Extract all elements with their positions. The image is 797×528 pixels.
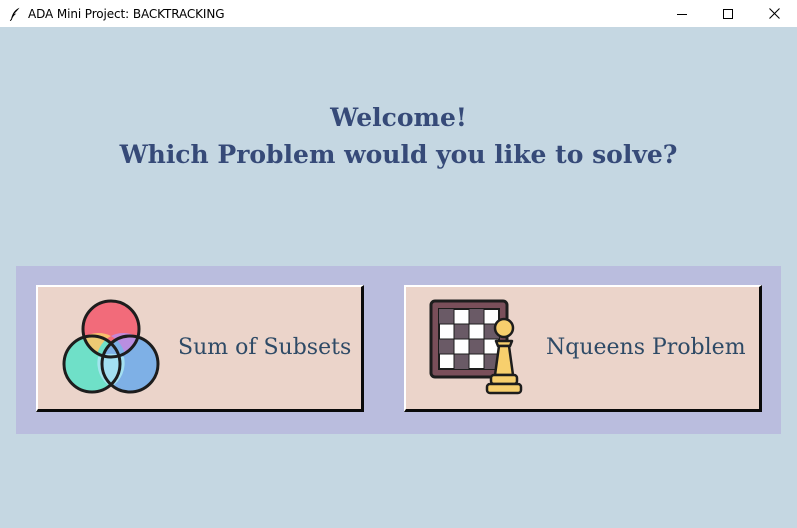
close-icon (768, 8, 780, 19)
feather-icon (9, 7, 21, 21)
chessboard-pawn-icon (429, 299, 527, 402)
options-panel: Sum of Subsets Nqueens Problem (16, 266, 781, 434)
maximize-icon (723, 8, 733, 19)
title-bar: ADA Mini Project: BACKTRACKING (0, 0, 797, 27)
minimize-icon (677, 13, 687, 15)
sum-of-subsets-button[interactable]: Sum of Subsets (36, 285, 364, 412)
sum-of-subsets-label: Sum of Subsets (178, 335, 352, 360)
close-button[interactable] (751, 0, 797, 27)
nqueens-problem-label: Nqueens Problem (546, 335, 746, 360)
minimize-button[interactable] (659, 0, 705, 27)
nqueens-problem-button[interactable]: Nqueens Problem (404, 285, 762, 412)
venn-diagram-icon (62, 299, 160, 402)
question-heading: Which Problem would you like to solve? (119, 140, 678, 169)
welcome-heading: Welcome! (330, 103, 467, 132)
window-title: ADA Mini Project: BACKTRACKING (28, 6, 225, 21)
maximize-button[interactable] (705, 0, 751, 27)
main-content: Welcome! Which Problem would you like to… (0, 27, 797, 528)
